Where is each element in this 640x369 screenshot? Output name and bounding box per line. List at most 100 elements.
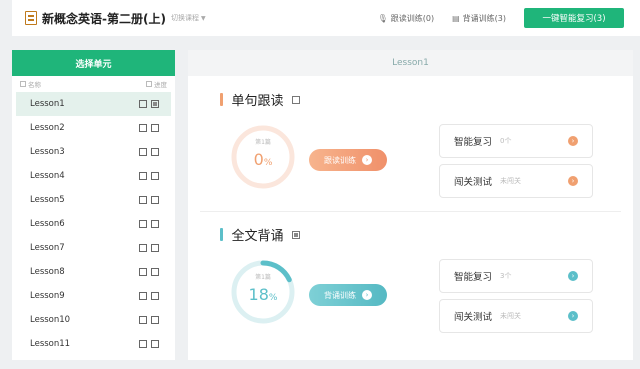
fulltext-progress-unit: % <box>268 293 278 303</box>
sidebar-item-lesson[interactable]: Lesson1 <box>16 92 171 116</box>
sentence-test-label: 闯关测试 <box>454 177 493 188</box>
follow-read-label: 跟读训练(0) <box>390 13 435 23</box>
lesson-name: Lesson10 <box>30 315 71 325</box>
sidebar-item-lesson[interactable]: Lesson7 <box>16 236 171 260</box>
microphone-icon: 🎙︎ <box>377 13 388 23</box>
lesson-name: Lesson8 <box>30 267 65 277</box>
main-panel: Lesson1 单句跟读 第1篇 0% 跟读训练 › 智能复习 0个 › 闯关测… <box>188 50 633 360</box>
name-column-icon <box>20 81 26 87</box>
fulltext-ring-label: 第1篇 <box>255 274 271 281</box>
sentence-test-status: 未闯关 <box>500 177 522 185</box>
sentence-title-label: 单句跟读 <box>231 94 284 109</box>
recite-status-checkbox <box>151 220 159 228</box>
section-divider <box>200 211 621 212</box>
fulltext-test-card[interactable]: 闯关测试 未闯关 › <box>439 299 593 333</box>
lesson-list: Lesson1 Lesson2 Lesson3 Lesson4 Lesson5 Lesso… <box>12 92 175 356</box>
sentence-test-card[interactable]: 闯关测试 未闯关 › <box>439 164 593 198</box>
sidebar-column-header: 名称 进度 <box>12 76 175 92</box>
recite-train-label: 背诵训练 <box>324 290 356 300</box>
sentence-progress-ring: 第1篇 0% <box>230 124 296 190</box>
sentence-smart-review-card[interactable]: 智能复习 0个 › <box>439 124 593 158</box>
recite-status-checkbox <box>151 172 159 180</box>
recite-status-checkbox <box>151 196 159 204</box>
chevron-right-icon: › <box>568 311 578 321</box>
top-bar: 新概念英语-第二册(上) 切换课程 ▼ 🎙︎ 跟读训练(0) ▤ 背诵训练(3)… <box>12 0 640 36</box>
document-icon: ▤ <box>452 13 460 23</box>
sentence-status-checkbox <box>139 148 147 156</box>
switch-course-label: 切换课程 <box>170 14 199 22</box>
sentence-review-count: 0个 <box>500 137 512 145</box>
chevron-right-icon: › <box>568 176 578 186</box>
recite-status-checkbox <box>151 244 159 252</box>
sentence-status-checkbox <box>139 268 147 276</box>
fulltext-review-label: 智能复习 <box>454 272 493 283</box>
recite-link[interactable]: ▤ 背诵训练(3) <box>452 13 506 24</box>
sidebar-item-lesson[interactable]: Lesson3 <box>16 140 171 164</box>
sidebar-item-lesson[interactable]: Lesson6 <box>16 212 171 236</box>
sidebar-item-lesson[interactable]: Lesson8 <box>16 260 171 284</box>
progress-column-icon <box>146 81 152 87</box>
lesson-name: Lesson2 <box>30 123 65 133</box>
arrow-right-icon: › <box>362 155 372 165</box>
lesson-name: Lesson1 <box>30 99 65 109</box>
recite-status-checkbox <box>151 340 159 348</box>
sidebar-item-lesson[interactable]: Lesson10 <box>16 308 171 332</box>
sentence-status-checkbox <box>139 100 147 108</box>
fulltext-checkbox[interactable] <box>291 230 300 239</box>
fulltext-progress-ring: 第1篇 18% <box>230 259 296 325</box>
sidebar-item-lesson[interactable]: Lesson11 <box>16 332 171 356</box>
lesson-name: Lesson9 <box>30 291 65 301</box>
fulltext-title-label: 全文背诵 <box>231 229 284 244</box>
sentence-progress-value: 0% <box>230 150 296 169</box>
sentence-review-label: 智能复习 <box>454 137 493 148</box>
section-accent-bar <box>220 93 223 106</box>
recite-status-checkbox <box>151 148 159 156</box>
sentence-status-checkbox <box>139 220 147 228</box>
recite-status-checkbox <box>151 124 159 132</box>
lesson-name: Lesson5 <box>30 195 65 205</box>
switch-course-link[interactable]: 切换课程 ▼ <box>171 13 206 23</box>
chevron-right-icon: › <box>568 136 578 146</box>
sentence-checkbox[interactable] <box>291 95 300 104</box>
progress-column-label: 进度 <box>154 81 167 89</box>
fulltext-review-count: 3个 <box>500 272 512 280</box>
lesson-name: Lesson6 <box>30 219 65 229</box>
sentence-status-checkbox <box>139 316 147 324</box>
recite-train-button[interactable]: 背诵训练 › <box>309 284 387 306</box>
fulltext-smart-review-card[interactable]: 智能复习 3个 › <box>439 259 593 293</box>
follow-read-train-label: 跟读训练 <box>324 155 356 165</box>
sidebar-item-lesson[interactable]: Lesson4 <box>16 164 171 188</box>
lesson-heading: Lesson1 <box>188 50 633 76</box>
sentence-status-checkbox <box>139 196 147 204</box>
sentence-status-checkbox <box>139 244 147 252</box>
section-accent-bar <box>220 228 223 241</box>
fulltext-progress-value: 18% <box>230 285 296 304</box>
lesson-name: Lesson3 <box>30 147 65 157</box>
unit-sidebar: 选择单元 名称 进度 Lesson1 Lesson2 Lesson3 Lesson4 L… <box>12 50 175 360</box>
sidebar-item-lesson[interactable]: Lesson9 <box>16 284 171 308</box>
sidebar-item-lesson[interactable]: Lesson5 <box>16 188 171 212</box>
sentence-progress-unit: % <box>263 158 273 168</box>
caret-down-icon: ▼ <box>200 14 206 22</box>
sentence-status-checkbox <box>139 172 147 180</box>
book-icon <box>25 11 37 25</box>
name-column-label: 名称 <box>28 81 41 89</box>
smart-review-all-button[interactable]: 一键智能复习(3) <box>524 8 624 28</box>
sentence-ring-label: 第1篇 <box>255 139 271 146</box>
recite-status-checkbox <box>151 268 159 276</box>
follow-read-link[interactable]: 🎙︎ 跟读训练(0) <box>378 13 435 24</box>
sentence-section-title: 单句跟读 <box>220 90 300 109</box>
course-title: 新概念英语-第二册(上) <box>42 11 166 26</box>
sentence-progress-number: 0 <box>253 150 264 169</box>
recite-label: 背诵训练(3) <box>462 13 506 23</box>
sidebar-item-lesson[interactable]: Lesson2 <box>16 116 171 140</box>
chevron-right-icon: › <box>568 271 578 281</box>
lesson-name: Lesson4 <box>30 171 65 181</box>
follow-read-train-button[interactable]: 跟读训练 › <box>309 149 387 171</box>
fulltext-progress-number: 18 <box>248 285 269 304</box>
recite-status-checkbox <box>151 316 159 324</box>
lesson-name: Lesson11 <box>30 339 71 349</box>
arrow-right-icon: › <box>362 290 372 300</box>
sentence-status-checkbox <box>139 124 147 132</box>
recite-status-checkbox <box>151 292 159 300</box>
